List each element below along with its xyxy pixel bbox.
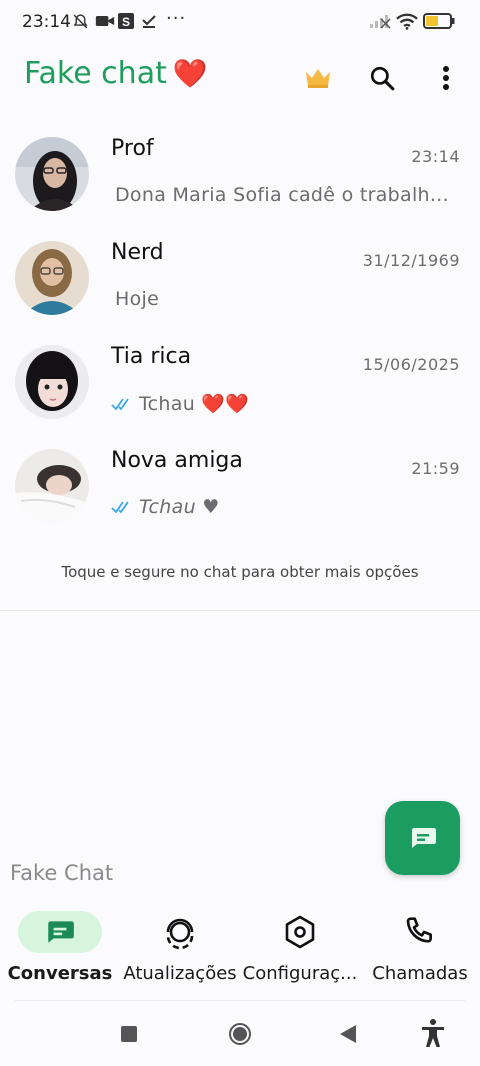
chat-item-nerd[interactable]: Nerd 31/12/1969 Hoje [0,227,480,331]
double-check-icon [111,497,133,519]
system-nav-bar [0,1004,480,1066]
app-title: Fake chat ❤️ [24,56,208,91]
muted-bell-icon [72,13,89,34]
crown-icon[interactable] [303,63,333,93]
home-button[interactable] [228,1022,252,1050]
chat-last-message-row: Tchau ❤️❤️ [111,392,249,416]
nav-label: Conversas [7,963,113,984]
new-chat-button[interactable] [385,801,460,875]
nav-icon [378,911,462,953]
nav-label: Configuraç... [242,963,358,984]
chat-item-tia-rica[interactable]: Tia rica 15/06/2025 Tchau ❤️❤️ [0,331,480,435]
nav-conversas[interactable]: Conversas [0,908,120,988]
settings-hexagon-icon [285,915,315,949]
chat-last-message: Tchau ❤️❤️ [139,393,250,415]
nav-label: Chamadas [372,963,468,984]
checklist-icon [141,13,157,33]
wifi-icon [396,13,418,34]
avatar[interactable] [15,345,89,419]
chat-last-message: Dona Maria Sofia cadê o trabalh... [115,184,449,206]
chat-last-message-row: Tchau ♥ [111,496,220,519]
nav-icon [258,911,342,953]
avatar[interactable] [15,137,89,211]
nav-icon [138,911,222,953]
nav-configuracoes[interactable]: Configuraç... [240,908,360,988]
status-time: 23:14 [22,12,71,32]
avatar[interactable] [15,449,89,523]
divider [15,1000,465,1001]
chat-item-nova-amiga[interactable]: Nova amiga 21:59 Tchau ♥ [0,435,480,539]
divider [0,610,480,611]
nav-label: Atualizações [123,963,237,984]
accessibility-icon[interactable] [421,1018,445,1052]
signal-off-icon [369,13,391,33]
chat-icon [48,921,74,943]
heart-emoji: ❤️ [172,57,208,90]
chat-time: 23:14 [411,147,460,166]
chat-last-message: Tchau ♥ [139,496,220,518]
battery-icon [423,12,455,34]
chat-name: Nerd [111,240,164,265]
new-chat-icon [411,828,436,848]
footer-label: Fake Chat [10,861,114,885]
nav-atualizacoes[interactable]: Atualizações [120,908,240,988]
chat-time: 21:59 [411,459,460,478]
back-button[interactable] [340,1025,356,1047]
chat-time: 31/12/1969 [362,251,460,270]
phone-icon [406,917,432,943]
nav-active-indicator [18,911,102,953]
search-icon[interactable] [367,63,397,93]
video-icon [95,13,115,33]
chat-name: Nova amiga [111,448,243,473]
status-bar: 23:14 S ··· [0,0,480,44]
chat-last-message: Hoje [115,288,160,310]
s-app-icon: S [118,13,134,33]
status-updates-icon [166,918,194,950]
chat-name: Prof [111,136,154,161]
recents-button[interactable] [121,1026,137,1046]
nav-chamadas[interactable]: Chamadas [360,908,480,988]
chat-name: Tia rica [111,344,192,369]
avatar[interactable] [15,241,89,315]
chat-item-prof[interactable]: Prof 23:14 Dona Maria Sofia cadê o traba… [0,123,480,227]
more-notifications-icon: ··· [166,8,187,29]
double-check-icon [111,394,133,416]
svg-text:S: S [122,15,130,29]
hint-text: Toque e segure no chat para obter mais o… [61,563,419,581]
chat-time: 15/06/2025 [362,355,460,374]
app-title-text: Fake chat [24,56,167,91]
more-options-icon[interactable] [431,63,461,93]
